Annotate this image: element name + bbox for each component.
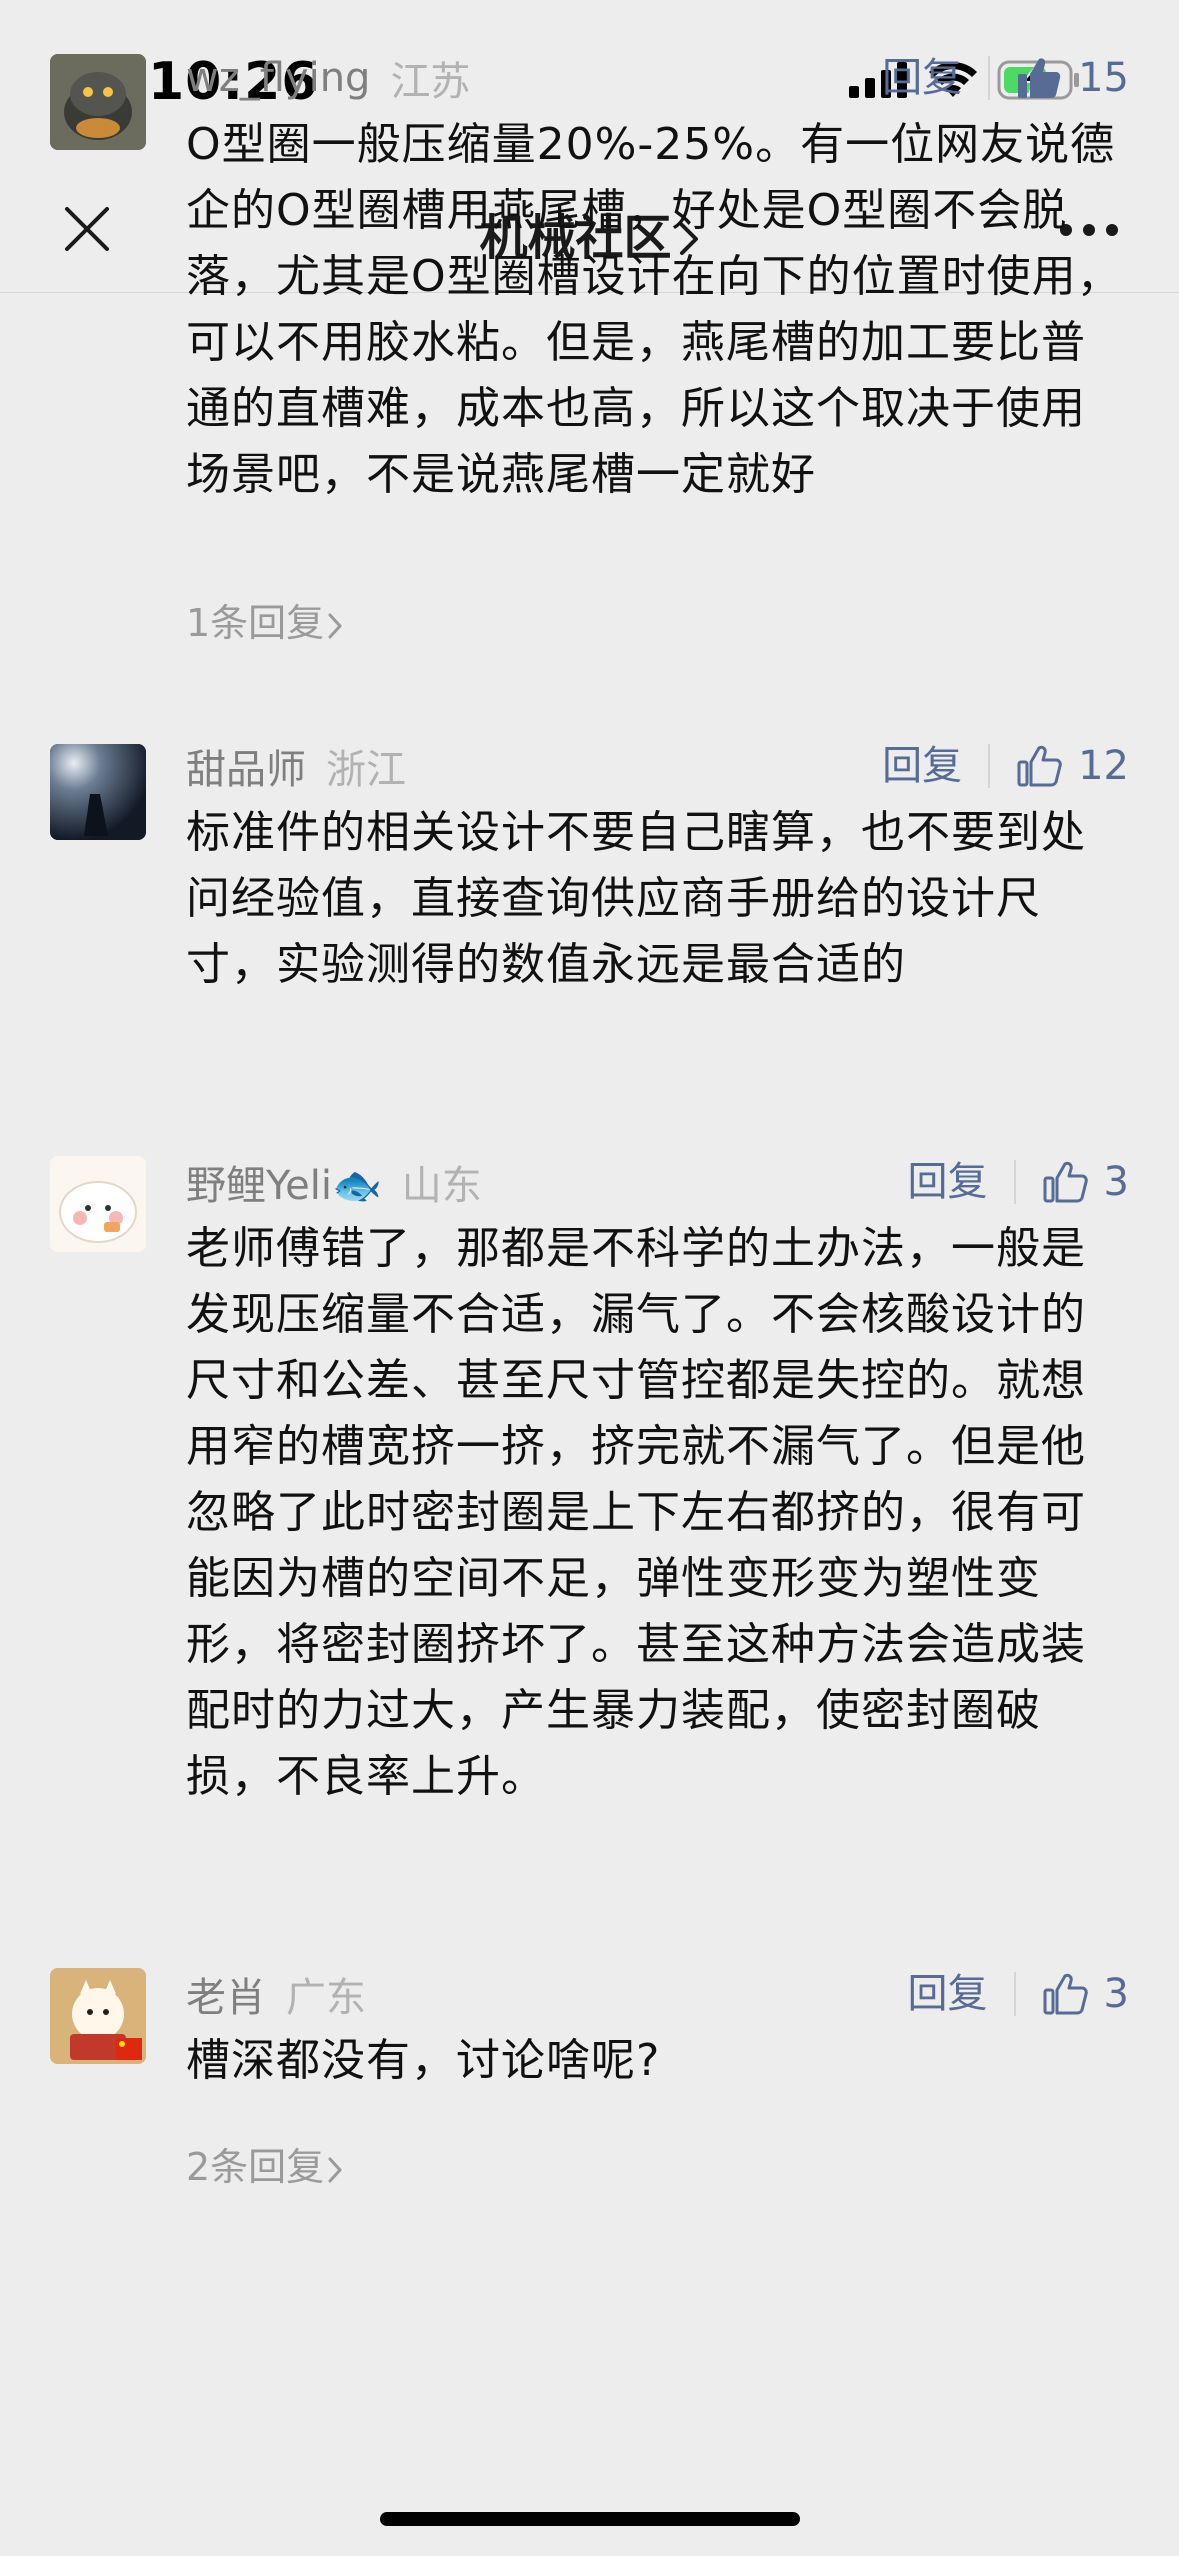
avatar[interactable] xyxy=(50,1968,146,2064)
like-button[interactable]: 15 xyxy=(1016,55,1129,101)
avatar[interactable] xyxy=(50,744,146,840)
like-count: 15 xyxy=(1078,55,1129,101)
reply-button[interactable]: 回复 xyxy=(882,744,991,788)
view-replies-label: 1条回复 xyxy=(186,601,325,645)
comment-region: 山东 xyxy=(401,1163,482,1209)
view-replies-link[interactable]: 2条回复 xyxy=(186,2136,342,2191)
like-count: 12 xyxy=(1078,743,1129,789)
comment-actions: 回复 3 xyxy=(908,1971,1129,2017)
view-replies-label: 2条回复 xyxy=(186,2145,325,2189)
avatar[interactable] xyxy=(50,1156,146,1252)
like-count: 3 xyxy=(1103,1159,1129,1205)
view-replies-link[interactable]: 1条回复 xyxy=(186,592,342,647)
home-indicator xyxy=(380,2512,800,2526)
comment-region: 江苏 xyxy=(390,59,471,105)
chevron-right-icon xyxy=(328,613,342,638)
avatar[interactable] xyxy=(50,54,146,150)
comment-header: 老肖 广东 回复 3 xyxy=(186,1964,1129,2024)
comment-header: 野鲤Yeli🐟 山东 回复 3 xyxy=(186,1152,1129,1212)
comment-author[interactable]: 野鲤Yeli🐟 xyxy=(186,1153,382,1211)
thumbs-up-icon xyxy=(1043,1161,1088,1203)
chevron-right-icon xyxy=(328,2157,342,2182)
thumbs-up-icon xyxy=(1043,1973,1088,2015)
comment-text: 槽深都没有，讨论啥呢? xyxy=(186,2035,661,2086)
comment-region: 广东 xyxy=(286,1975,366,2021)
comment-author[interactable]: 甜品师 xyxy=(186,737,306,795)
comment-region: 浙江 xyxy=(326,747,406,793)
like-button[interactable]: 12 xyxy=(1016,743,1129,789)
comment-header: 甜品师 浙江 回复 12 xyxy=(186,736,1129,796)
comment-text: 标准件的相关设计不要自己瞎算，也不要到处问经验值，直接查询供应商手册给的设计尺寸… xyxy=(186,807,1086,990)
comment-text: 老师傅错了，那都是不科学的土办法，一般是发现压缩量不合适，漏气了。不会核酸设计的… xyxy=(186,1223,1086,1802)
like-button[interactable]: 3 xyxy=(1042,1971,1129,2017)
reply-button[interactable]: 回复 xyxy=(908,1160,1016,1204)
comment-author[interactable]: wz_flying xyxy=(186,55,370,101)
comment-author[interactable]: 老肖 xyxy=(186,1965,266,2023)
reply-button[interactable]: 回复 xyxy=(882,56,991,100)
comment-header: wz_flying 江苏 回复 15 xyxy=(186,48,1129,108)
thumbs-up-icon xyxy=(1017,745,1062,787)
reply-button[interactable]: 回复 xyxy=(908,1972,1016,2016)
comment-actions: 回复 12 xyxy=(882,743,1129,789)
like-count: 3 xyxy=(1103,1971,1129,2017)
comment-actions: 回复 3 xyxy=(908,1159,1129,1205)
thumbs-up-filled-icon xyxy=(1018,58,1061,98)
comment-text: O型圈一般压缩量20%-25%。有一位网友说德企的O型圈槽用燕尾槽，好处是O型圈… xyxy=(186,119,1122,500)
comment-actions: 回复 15 xyxy=(882,55,1129,101)
like-button[interactable]: 3 xyxy=(1042,1159,1129,1205)
